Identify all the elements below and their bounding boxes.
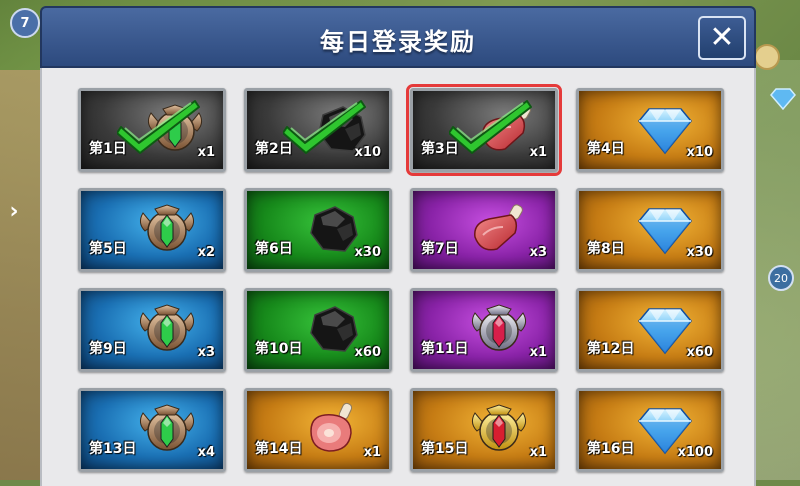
reward-tile[interactable]: 第8日 x30	[576, 188, 724, 272]
level-badge: 7	[10, 8, 40, 38]
claimed-check-icon	[282, 97, 367, 155]
reward-day-label: 第6日	[255, 241, 293, 257]
reward-quantity: x4	[197, 445, 215, 460]
counter-badge: 20	[768, 265, 794, 291]
reward-day-label: 第9日	[89, 341, 127, 357]
reward-tile[interactable]: 第15日 x1	[410, 388, 558, 472]
reward-day-label: 第14日	[255, 441, 303, 457]
reward-quantity: x60	[354, 345, 381, 360]
reward-tile[interactable]: 第12日 x60	[576, 288, 724, 372]
reward-day-label: 第15日	[421, 441, 469, 457]
reward-quantity: x10	[686, 145, 713, 160]
emblem-green-icon	[135, 201, 199, 257]
reward-tile[interactable]: 第9日 x3	[78, 288, 226, 372]
reward-tile[interactable]: 第16日 x100	[576, 388, 724, 472]
reward-quantity: x60	[686, 345, 713, 360]
reward-grid: 第1日 x1 第2日 x10 第3日 x1 第4日 x10 第5日 x2 第6日 x30 第7日 x3 第8…	[40, 68, 756, 486]
daily-login-dialog: 每日登录奖励 ✕ 第1日 x1 第2日 x10 第3日 x1 第4日 x10 第5日 x2 第6日 x…	[40, 6, 756, 486]
reward-day-label: 第4日	[587, 141, 625, 157]
reward-tile[interactable]: 第4日 x10	[576, 88, 724, 172]
reward-quantity: x30	[354, 245, 381, 260]
reward-day-label: 第16日	[587, 441, 635, 457]
meat-icon	[467, 201, 531, 257]
emblem-green-icon	[135, 401, 199, 457]
side-expand-arrow[interactable]: ›	[2, 196, 26, 226]
reward-day-label: 第12日	[587, 341, 635, 357]
claimed-check-icon	[448, 97, 533, 155]
reward-tile[interactable]: 第5日 x2	[78, 188, 226, 272]
reward-quantity: x30	[686, 245, 713, 260]
reward-day-label: 第10日	[255, 341, 303, 357]
gem-icon	[770, 88, 796, 110]
reward-tile[interactable]: 第2日 x10	[244, 88, 392, 172]
reward-tile[interactable]: 第6日 x30	[244, 188, 392, 272]
claimed-check-icon	[116, 97, 201, 155]
emblem-green-icon	[135, 301, 199, 357]
ham-icon	[301, 401, 365, 457]
reward-day-label: 第8日	[587, 241, 625, 257]
reward-tile[interactable]: 第1日 x1	[78, 88, 226, 172]
reward-tile[interactable]: 第14日 x1	[244, 388, 392, 472]
reward-tile[interactable]: 第10日 x60	[244, 288, 392, 372]
reward-quantity: x1	[529, 445, 547, 460]
reward-day-label: 第7日	[421, 241, 459, 257]
background-left-panel	[0, 70, 40, 480]
reward-tile[interactable]: 第11日 x1	[410, 288, 558, 372]
apple-icon	[754, 44, 780, 70]
reward-quantity: x100	[677, 445, 713, 460]
emblem-gold-icon	[467, 401, 531, 457]
reward-quantity: x3	[197, 345, 215, 360]
reward-day-label: 第5日	[89, 241, 127, 257]
close-button[interactable]: ✕	[698, 16, 746, 60]
emblem-silver-icon	[467, 301, 531, 357]
reward-day-label: 第11日	[421, 341, 469, 357]
reward-quantity: x1	[363, 445, 381, 460]
close-icon: ✕	[709, 20, 735, 55]
reward-quantity: x1	[529, 345, 547, 360]
reward-quantity: x2	[197, 245, 215, 260]
reward-quantity: x3	[529, 245, 547, 260]
reward-tile[interactable]: 第3日 x1	[406, 84, 562, 176]
dialog-header: 每日登录奖励 ✕	[40, 6, 756, 68]
dialog-title: 每日登录奖励	[320, 28, 476, 56]
reward-tile[interactable]: 第13日 x4	[78, 388, 226, 472]
reward-tile[interactable]: 第7日 x3	[410, 188, 558, 272]
reward-day-label: 第13日	[89, 441, 137, 457]
